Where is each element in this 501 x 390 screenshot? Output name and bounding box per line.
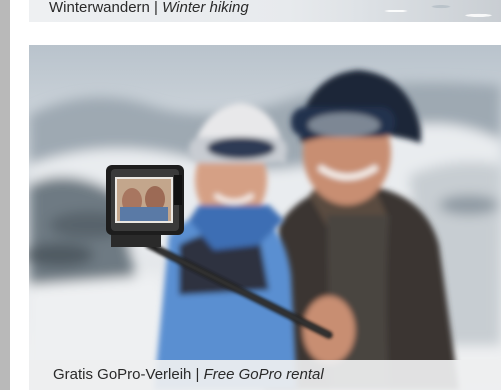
caption-separator: | (149, 0, 163, 16)
winter-landscape-photo (351, 0, 501, 22)
caption-english: Winter hiking (162, 0, 249, 16)
caption-german: Gratis GoPro-Verleih (53, 366, 192, 383)
left-gutter (0, 0, 10, 390)
caption-separator: | (191, 366, 204, 383)
card-caption: Gratis GoPro-Verleih | Free GoPro rental (29, 360, 501, 390)
couple-selfie-gopro-photo (29, 45, 501, 390)
page: Winterwandern | Winter hiking Gratis GoP… (0, 0, 501, 390)
caption-german: Winterwandern (49, 0, 150, 16)
caption-english: Free GoPro rental (203, 366, 324, 383)
gopro-rental-card[interactable]: Gratis GoPro-Verleih | Free GoPro rental (29, 45, 501, 390)
card-caption: Winterwandern | Winter hiking (29, 0, 269, 22)
winter-hiking-card[interactable]: Winterwandern | Winter hiking (29, 0, 501, 22)
